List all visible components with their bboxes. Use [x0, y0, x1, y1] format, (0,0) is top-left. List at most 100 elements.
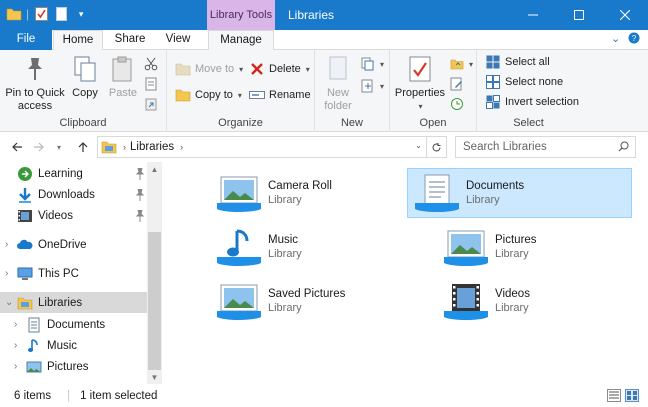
new-folder-qat-icon[interactable] [53, 6, 69, 22]
navigation-pane: Learning Downloads Videos › OneDrive › T… [0, 162, 162, 384]
select-none-icon [485, 74, 501, 90]
refresh-button[interactable] [426, 137, 446, 157]
pin-to-quick-access-button[interactable]: Pin to Quick access [4, 54, 66, 113]
minimize-icon [528, 14, 538, 16]
nav-item-learning[interactable]: Learning [0, 163, 147, 184]
collapse-chevron-icon[interactable]: ⌄ [5, 297, 17, 308]
invert-selection-button[interactable]: Invert selection [485, 92, 579, 112]
invert-selection-icon [485, 94, 501, 110]
library-tools-context-tab: Library Tools [207, 0, 275, 30]
maximize-button[interactable] [556, 0, 602, 30]
status-bar: 6 items | 1 item selected [0, 384, 648, 407]
properties-button[interactable]: Properties ▾ [394, 54, 446, 113]
select-group-label: Select [513, 117, 544, 129]
expand-chevron-icon[interactable]: › [14, 340, 26, 351]
library-item-videos[interactable]: Videos Library [437, 276, 648, 326]
customize-qat-icon[interactable]: ▾ [73, 6, 89, 22]
tab-view[interactable]: View [156, 30, 200, 50]
expand-chevron-icon[interactable]: › [14, 361, 26, 372]
history-icon [451, 98, 463, 110]
scrollbar-thumb[interactable] [148, 232, 161, 370]
breadcrumb-chevron-icon[interactable]: › [180, 142, 183, 152]
easy-access-button[interactable]: ▾ [361, 76, 384, 96]
nav-item-libraries[interactable]: ⌄ Libraries [0, 292, 147, 313]
paste-shortcut-icon[interactable] [144, 94, 158, 114]
library-item-music[interactable]: Music Library [210, 222, 435, 272]
select-all-button[interactable]: Select all [485, 52, 550, 72]
tab-home[interactable]: Home [53, 30, 103, 51]
history-button[interactable] [450, 94, 464, 114]
forward-button[interactable] [30, 137, 48, 157]
tab-file[interactable]: File [0, 30, 52, 50]
large-icons-view-icon[interactable] [625, 389, 639, 402]
nav-item-pictures[interactable]: › Pictures [0, 356, 147, 377]
window-title: Libraries [288, 8, 335, 22]
expand-chevron-icon[interactable]: › [14, 319, 26, 330]
nav-item-onedrive[interactable]: › OneDrive [0, 234, 147, 255]
library-item-saved-pictures[interactable]: Saved Pictures Library [210, 276, 435, 326]
open-group: Properties ▾ ▾ Open [390, 50, 477, 132]
scroll-up-icon[interactable]: ▲ [147, 162, 162, 176]
nav-item-this-pc[interactable]: › This PC [0, 263, 147, 284]
paste-button[interactable]: Paste [106, 54, 140, 100]
ribbon: Pin to Quick access Copy Paste Clipboard [0, 50, 648, 132]
search-icon[interactable] [618, 141, 629, 155]
learning-icon [17, 166, 33, 182]
scroll-down-icon[interactable]: ▼ [147, 370, 162, 384]
expand-chevron-icon[interactable]: › [5, 239, 17, 250]
properties-qat-icon[interactable] [33, 6, 49, 22]
minimize-button[interactable] [510, 0, 556, 30]
open-button[interactable]: ▾ [450, 54, 473, 74]
address-dropdown-icon[interactable]: ⌄ [415, 141, 422, 150]
new-folder-icon [323, 54, 353, 84]
nav-item-documents[interactable]: › Documents [0, 314, 147, 335]
collapse-ribbon-icon[interactable]: ⌄ [611, 32, 620, 45]
edit-icon [450, 77, 462, 91]
organize-group-label: Organize [218, 117, 263, 129]
copy-to-button[interactable]: Copy to ▾ [175, 85, 242, 105]
nav-pane-scrollbar[interactable]: ▲ ▼ [147, 162, 162, 384]
back-button[interactable] [8, 137, 26, 157]
close-button[interactable] [602, 0, 648, 30]
new-folder-button[interactable]: New folder [321, 54, 355, 113]
recent-locations-button[interactable]: ▾ [50, 137, 68, 157]
new-item-button[interactable]: ▾ [361, 54, 384, 74]
new-group: New folder ▾ ▾ New [315, 50, 390, 132]
copy-button[interactable]: Copy [68, 54, 102, 100]
ribbon-tabs: File Home Share View Manage ⌄ ? [0, 30, 648, 51]
new-item-icon [361, 57, 374, 71]
edit-button[interactable] [450, 74, 464, 94]
downloads-icon [17, 187, 33, 203]
address-box[interactable]: › Libraries › ⌄ [97, 136, 447, 158]
open-icon [450, 59, 464, 70]
tab-manage[interactable]: Manage [208, 30, 274, 51]
library-item-documents[interactable]: Documents Library [407, 168, 632, 218]
expand-chevron-icon[interactable]: › [5, 268, 17, 279]
help-icon[interactable]: ? [628, 32, 640, 47]
details-view-icon[interactable] [607, 389, 621, 402]
library-item-pictures[interactable]: Pictures Library [437, 222, 648, 272]
music-icon [26, 338, 42, 354]
up-button[interactable] [74, 137, 92, 157]
nav-item-music[interactable]: › Music [0, 335, 147, 356]
delete-button[interactable]: Delete ▾ [249, 59, 310, 79]
libraries-content: Camera Roll Library Documents Library Mu… [162, 162, 648, 384]
quick-access-toolbar: | ▾ [6, 6, 89, 22]
rename-button[interactable]: Rename [249, 85, 311, 105]
select-none-button[interactable]: Select none [485, 72, 563, 92]
documents-icon [26, 317, 42, 333]
new-group-label: New [340, 117, 363, 129]
pin-icon [135, 210, 145, 222]
cut-icon[interactable] [144, 54, 158, 74]
nav-item-videos-quick[interactable]: Videos [0, 205, 147, 226]
tab-share[interactable]: Share [108, 30, 152, 50]
move-to-button[interactable]: Move to ▾ [175, 59, 243, 79]
search-input[interactable]: Search Libraries [455, 136, 636, 158]
properties-icon [405, 54, 435, 84]
copy-path-icon[interactable] [144, 74, 158, 94]
breadcrumb[interactable]: Libraries [130, 141, 174, 153]
library-item-camera-roll[interactable]: Camera Roll Library [210, 168, 435, 218]
back-arrow-icon [12, 142, 22, 152]
nav-item-downloads[interactable]: Downloads [0, 184, 147, 205]
easy-access-icon [361, 79, 373, 93]
